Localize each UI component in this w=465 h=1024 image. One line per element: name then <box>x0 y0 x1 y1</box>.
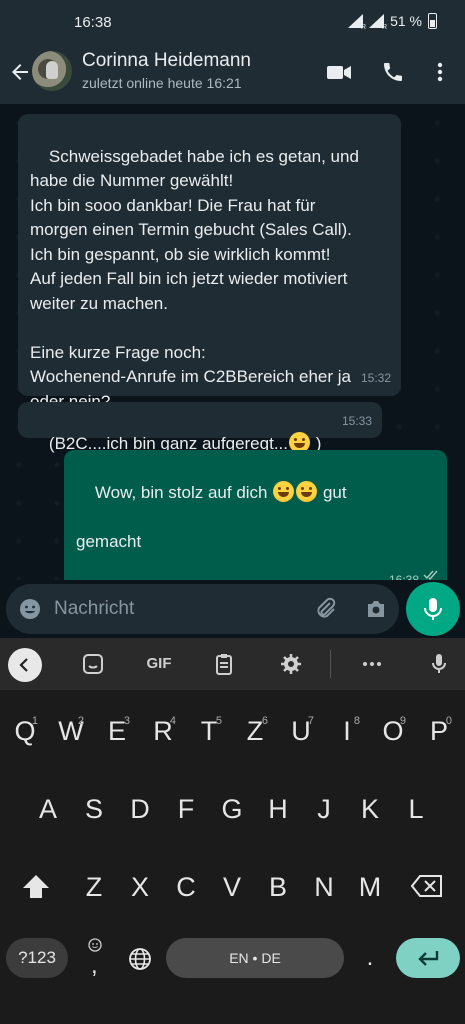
key-label: Z <box>246 716 264 746</box>
key-s[interactable]: S <box>71 784 117 834</box>
double-check-icon <box>423 570 438 580</box>
key-f[interactable]: F <box>163 784 209 834</box>
message-time: 15:33 <box>341 413 372 428</box>
key-r[interactable]: R4 <box>140 706 186 756</box>
keyboard: GIF Q1 W2 E3 R4 T5 Z6 U7 I8 O9 P0 A S D … <box>0 638 465 1024</box>
key-label: T <box>200 716 218 746</box>
sticker-icon[interactable] <box>80 652 106 676</box>
key-p[interactable]: P0 <box>416 706 462 756</box>
backspace-icon[interactable] <box>410 874 444 898</box>
key-hint: 8 <box>353 715 360 727</box>
avatar[interactable] <box>32 51 72 91</box>
contact-name[interactable]: Corinna Heidemann <box>82 50 251 72</box>
enter-icon <box>418 951 439 966</box>
chevron-left-icon <box>19 658 28 672</box>
battery-icon <box>428 13 437 29</box>
more-options-icon[interactable] <box>427 60 453 84</box>
key-k[interactable]: K <box>347 784 393 834</box>
symbols-key[interactable]: ?123 <box>6 938 68 978</box>
message-time: 15:32 <box>360 370 391 385</box>
key-w[interactable]: W2 <box>48 706 94 756</box>
key-v[interactable]: V <box>209 862 255 912</box>
enter-key[interactable] <box>396 938 460 978</box>
key-hint: 0 <box>445 715 452 727</box>
chat-header: Corinna Heidemann zuletzt online heute 1… <box>0 44 465 104</box>
emoji-icon[interactable] <box>18 597 42 621</box>
key-u[interactable]: U7 <box>278 706 324 756</box>
key-z[interactable]: Z <box>71 862 117 912</box>
back-arrow-icon[interactable] <box>8 60 32 84</box>
voice-input-icon[interactable] <box>426 652 452 676</box>
emoji-small-icon <box>88 938 102 952</box>
key-n[interactable]: N <box>301 862 347 912</box>
key-hint: 3 <box>123 715 130 727</box>
status-icons: R R 51 % <box>348 13 437 31</box>
key-hint: 5 <box>215 715 222 727</box>
status-time: 16:38 <box>74 14 112 31</box>
gif-button[interactable]: GIF <box>142 652 176 676</box>
key-g[interactable]: G <box>209 784 255 834</box>
period-key[interactable]: . <box>362 944 378 974</box>
key-d[interactable]: D <box>117 784 163 834</box>
message-text-b: gut <box>318 482 347 502</box>
key-x[interactable]: X <box>117 862 163 912</box>
key-hint: 9 <box>399 715 406 727</box>
key-l[interactable]: L <box>393 784 439 834</box>
key-hint: 4 <box>169 715 176 727</box>
shift-icon[interactable] <box>20 873 52 901</box>
microphone-icon <box>424 598 442 620</box>
key-t[interactable]: T5 <box>186 706 232 756</box>
key-label: I <box>343 716 351 746</box>
message-input[interactable]: Nachricht <box>6 584 399 634</box>
comma-key[interactable]: , <box>82 938 108 980</box>
key-o[interactable]: O9 <box>370 706 416 756</box>
settings-gear-icon[interactable] <box>278 652 304 676</box>
key-hint: 1 <box>31 715 38 727</box>
compose-bar: Nachricht <box>0 580 465 638</box>
message-text-rest: gemacht Wie war der Termin? Hattest du m… <box>76 531 142 551</box>
chat-messages[interactable]: Schweissgebadet habe ich es getan, und h… <box>0 104 465 580</box>
grinning-emoji-icon <box>296 480 318 502</box>
attach-icon[interactable] <box>314 597 338 621</box>
key-j[interactable]: J <box>301 784 347 834</box>
key-a[interactable]: A <box>25 784 71 834</box>
last-seen-status: zuletzt online heute 16:21 <box>82 75 242 91</box>
key-z[interactable]: Z6 <box>232 706 278 756</box>
globe-icon[interactable] <box>128 947 152 971</box>
clipboard-icon[interactable] <box>211 652 237 676</box>
message-text: Schweissgebadet habe ich es getan, und h… <box>30 146 359 411</box>
more-icon[interactable] <box>359 652 385 676</box>
key-c[interactable]: C <box>163 862 209 912</box>
toolbar-separator <box>330 650 331 678</box>
signal-icon-2: R <box>369 14 387 31</box>
signal-icon: R <box>348 14 366 31</box>
message-time: 16:38 <box>388 573 419 580</box>
keyboard-toolbar: GIF <box>0 638 465 690</box>
voice-record-button[interactable] <box>406 582 460 636</box>
comma-label: , <box>91 952 98 979</box>
video-call-icon[interactable] <box>326 60 352 84</box>
message-text-a: Wow, bin stolz auf dich <box>94 482 273 502</box>
smiling-emoji-icon <box>273 480 295 502</box>
key-hint: 6 <box>261 715 268 727</box>
key-e[interactable]: E3 <box>94 706 140 756</box>
key-h[interactable]: H <box>255 784 301 834</box>
key-i[interactable]: I8 <box>324 706 370 756</box>
keyboard-collapse-button[interactable] <box>8 648 42 682</box>
phone-call-icon[interactable] <box>380 60 406 84</box>
key-b[interactable]: B <box>255 862 301 912</box>
status-bar: 16:38 R R 51 % <box>0 0 465 44</box>
message-placeholder: Nachricht <box>54 598 135 619</box>
space-bar[interactable]: EN • DE <box>166 938 344 978</box>
message-incoming[interactable]: Schweissgebadet habe ich es getan, und h… <box>18 114 401 411</box>
key-hint: 7 <box>307 715 314 727</box>
battery-percent: 51 % <box>390 13 422 29</box>
key-m[interactable]: M <box>347 862 393 912</box>
message-incoming[interactable]: (B2C....ich bin ganz aufgeregt... ) 15:3… <box>18 402 382 453</box>
message-outgoing[interactable]: Wow, bin stolz auf dich gut gemacht Wie … <box>64 450 447 580</box>
key-q[interactable]: Q1 <box>2 706 48 756</box>
key-hint: 2 <box>77 715 84 727</box>
camera-icon[interactable] <box>364 597 388 621</box>
